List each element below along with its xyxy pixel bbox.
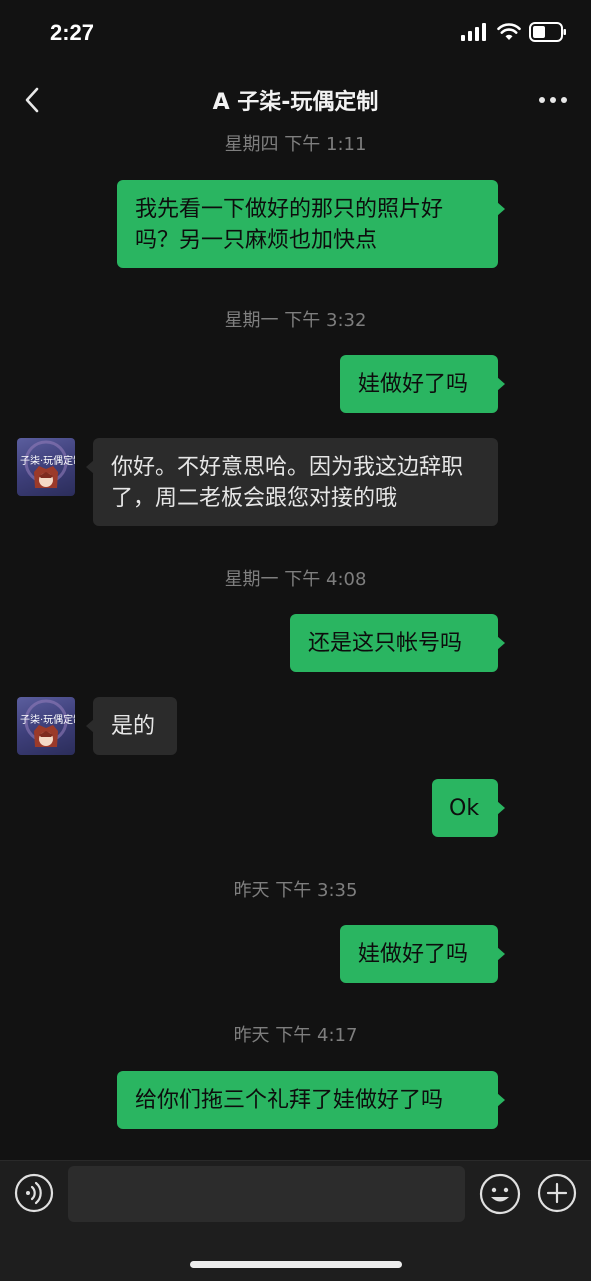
outgoing-message[interactable]: Ok bbox=[432, 779, 505, 837]
chat-title: A 子柒-玩偶定制 bbox=[212, 90, 379, 115]
avatar-image: 子柒·玩偶定制 bbox=[20, 440, 75, 488]
incoming-message[interactable]: 是的 bbox=[86, 697, 177, 755]
message-timestamp: 昨天 下午 3:35 bbox=[233, 880, 358, 901]
status-bar: 2:27 bbox=[0, 0, 591, 70]
chat-header: A 子柒-玩偶定制 bbox=[0, 70, 591, 130]
contact-avatar[interactable]: 子柒·玩偶定制 bbox=[17, 438, 75, 496]
wifi-icon bbox=[497, 23, 521, 40]
message-input[interactable] bbox=[68, 1166, 465, 1222]
home-indicator[interactable] bbox=[190, 1261, 402, 1268]
outgoing-message[interactable]: 娃做好了吗 bbox=[340, 925, 505, 983]
voice-icon[interactable] bbox=[14, 1173, 54, 1213]
emoji-icon[interactable] bbox=[479, 1173, 521, 1215]
incoming-message[interactable]: 你好。不好意思哈。因为我这边辞职了，周二老板会跟您对接的哦 bbox=[86, 438, 498, 526]
avatar-caption: 子柒·玩偶定制 bbox=[20, 454, 75, 467]
avatar-caption: 子柒·玩偶定制 bbox=[20, 713, 75, 726]
outgoing-message[interactable]: 还是这只帐号吗 bbox=[290, 614, 505, 672]
plus-icon[interactable] bbox=[537, 1173, 577, 1213]
battery-icon bbox=[529, 22, 566, 42]
outgoing-message[interactable]: 娃做好了吗 bbox=[340, 355, 505, 413]
outgoing-message[interactable]: 我先看一下做好的那只的照片好吗？另一只麻烦也加快点 bbox=[117, 180, 505, 268]
outgoing-message[interactable]: 给你们拖三个礼拜了娃做好了吗 bbox=[117, 1071, 505, 1129]
message-timestamp: 星期一 下午 3:32 bbox=[224, 310, 367, 331]
contact-avatar[interactable]: 子柒·玩偶定制 bbox=[17, 697, 75, 755]
signal-icon bbox=[461, 23, 486, 41]
message-timestamp: 星期四 下午 1:11 bbox=[224, 134, 367, 155]
status-icons bbox=[461, 22, 567, 42]
message-list: 星期四 下午 1:11 我先看一下做好的那只的照片好吗？另一只麻烦也加快点 星期… bbox=[0, 130, 591, 1160]
message-timestamp: 星期一 下午 4:08 bbox=[224, 569, 367, 590]
more-icon[interactable] bbox=[537, 88, 569, 112]
status-time: 2:27 bbox=[50, 20, 95, 45]
avatar-image: 子柒·玩偶定制 bbox=[20, 699, 75, 747]
message-timestamp: 昨天 下午 4:17 bbox=[233, 1025, 358, 1046]
